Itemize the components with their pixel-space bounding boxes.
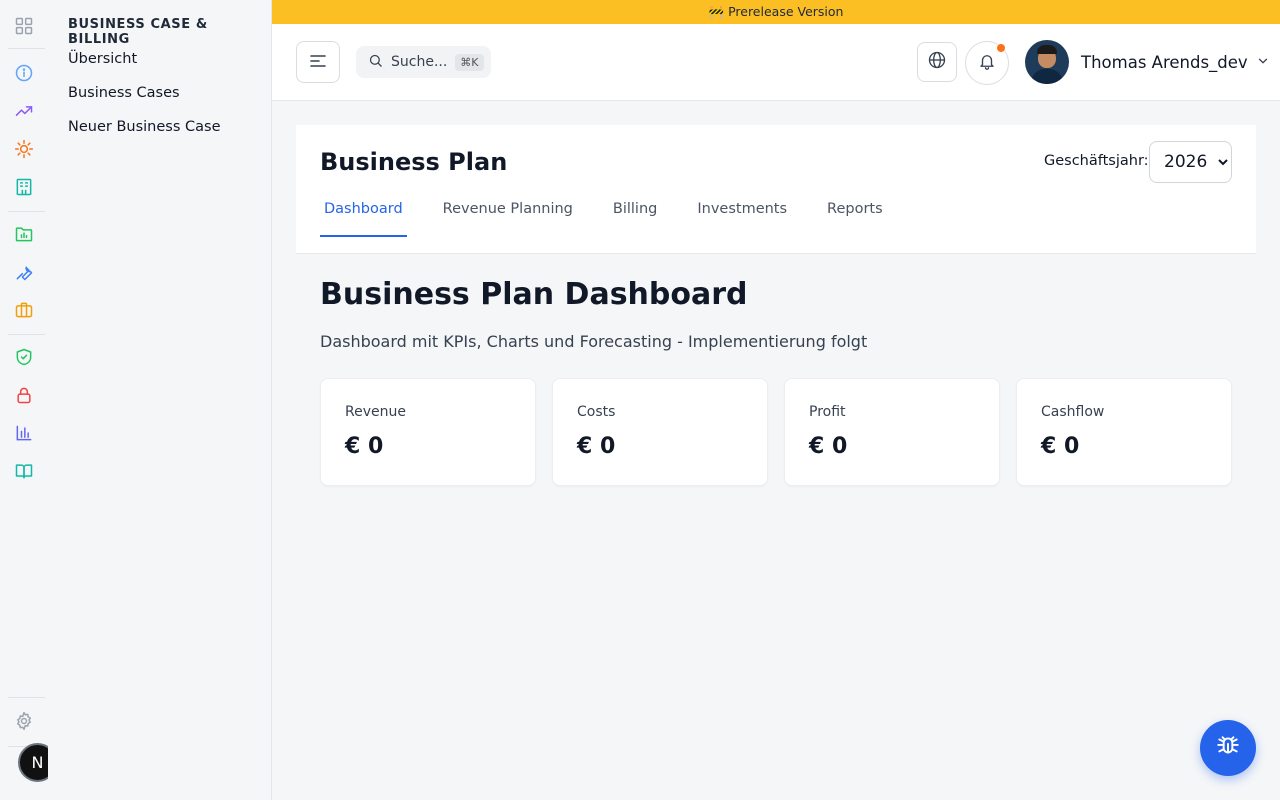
kpi-label: Costs bbox=[577, 404, 616, 420]
icon-rail: N bbox=[0, 0, 57, 800]
globe-icon bbox=[927, 50, 947, 74]
kpi-row: Revenue € 0 Costs € 0 Profit € 0 Cashflo… bbox=[320, 378, 1232, 486]
kpi-value: € 0 bbox=[577, 434, 616, 459]
kpi-label: Revenue bbox=[345, 404, 406, 420]
rail-divider bbox=[8, 48, 45, 49]
briefcase-icon[interactable] bbox=[13, 299, 35, 321]
kpi-card-revenue: Revenue € 0 bbox=[320, 378, 536, 486]
bar-chart-icon[interactable] bbox=[13, 422, 35, 444]
user-menu[interactable]: Thomas Arends_dev bbox=[1025, 40, 1270, 84]
rail-divider bbox=[8, 697, 45, 698]
tab-dashboard[interactable]: Dashboard bbox=[320, 189, 407, 237]
kpi-card-cashflow: Cashflow € 0 bbox=[1016, 378, 1232, 486]
dashboard-title: Business Plan Dashboard bbox=[320, 277, 748, 312]
shield-check-icon[interactable] bbox=[13, 346, 35, 368]
notifications-button[interactable] bbox=[965, 41, 1009, 85]
user-name: Thomas Arends_dev bbox=[1081, 52, 1248, 72]
tab-bar: Dashboard Revenue Planning Billing Inves… bbox=[320, 189, 919, 237]
main-content: Business Plan Geschäftsjahr: 2026 Dashbo… bbox=[296, 125, 1256, 800]
kpi-label: Profit bbox=[809, 404, 846, 420]
kpi-label: Cashflow bbox=[1041, 404, 1105, 420]
page-header-card: Business Plan Geschäftsjahr: 2026 Dashbo… bbox=[296, 125, 1256, 254]
avatar bbox=[1025, 40, 1069, 84]
search-input[interactable]: Suche... ⌘K bbox=[356, 46, 491, 78]
prerelease-banner: 🚧 Prerelease Version bbox=[272, 0, 1280, 24]
rail-divider bbox=[8, 334, 45, 335]
section-title: BUSINESS CASE & BILLING bbox=[68, 17, 208, 47]
bug-icon bbox=[1215, 733, 1241, 763]
page-title: Business Plan bbox=[320, 148, 508, 176]
sidebar-item-business-cases[interactable]: Business Cases bbox=[68, 85, 180, 101]
wrench-icon[interactable] bbox=[13, 261, 35, 283]
section-sidebar: BUSINESS CASE & BILLING Übersicht Busine… bbox=[48, 0, 272, 800]
book-open-icon[interactable] bbox=[13, 460, 35, 482]
bell-icon bbox=[978, 52, 996, 74]
kpi-value: € 0 bbox=[809, 434, 848, 459]
grid-icon[interactable] bbox=[13, 15, 35, 37]
bug-report-button[interactable] bbox=[1200, 720, 1256, 776]
kpi-card-profit: Profit € 0 bbox=[784, 378, 1000, 486]
sidebar-item-new-business-case[interactable]: Neuer Business Case bbox=[68, 119, 220, 135]
building-icon[interactable] bbox=[13, 176, 35, 198]
tab-revenue-planning[interactable]: Revenue Planning bbox=[439, 189, 577, 237]
fiscal-year-select[interactable]: 2026 bbox=[1149, 141, 1232, 183]
menu-toggle-button[interactable] bbox=[296, 41, 340, 83]
banner-text: 🚧 Prerelease Version bbox=[708, 4, 844, 19]
info-icon[interactable] bbox=[13, 62, 35, 84]
top-header: Suche... ⌘K Thomas Arends_dev bbox=[272, 24, 1280, 101]
menu-icon bbox=[310, 53, 326, 72]
sidebar-item-overview[interactable]: Übersicht bbox=[68, 51, 137, 67]
search-placeholder: Suche... bbox=[391, 54, 448, 70]
lock-icon[interactable] bbox=[13, 384, 35, 406]
folder-chart-icon[interactable] bbox=[13, 223, 35, 245]
tab-reports[interactable]: Reports bbox=[823, 189, 887, 237]
chevron-down-icon bbox=[1256, 53, 1270, 72]
dev-badge-label: N bbox=[31, 753, 44, 772]
fiscal-year-label: Geschäftsjahr: bbox=[1044, 153, 1149, 169]
tab-investments[interactable]: Investments bbox=[693, 189, 791, 237]
trending-up-icon[interactable] bbox=[13, 100, 35, 122]
search-icon bbox=[368, 53, 383, 72]
gear-sun-icon[interactable] bbox=[13, 138, 35, 160]
kpi-card-costs: Costs € 0 bbox=[552, 378, 768, 486]
kpi-value: € 0 bbox=[1041, 434, 1080, 459]
rail-divider bbox=[8, 211, 45, 212]
notification-dot bbox=[997, 44, 1005, 52]
kpi-value: € 0 bbox=[345, 434, 384, 459]
dashboard-subtitle: Dashboard mit KPIs, Charts und Forecasti… bbox=[320, 332, 868, 351]
tab-billing[interactable]: Billing bbox=[609, 189, 661, 237]
search-shortcut: ⌘K bbox=[455, 53, 484, 71]
settings-icon[interactable] bbox=[13, 710, 35, 732]
language-button[interactable] bbox=[917, 42, 957, 82]
